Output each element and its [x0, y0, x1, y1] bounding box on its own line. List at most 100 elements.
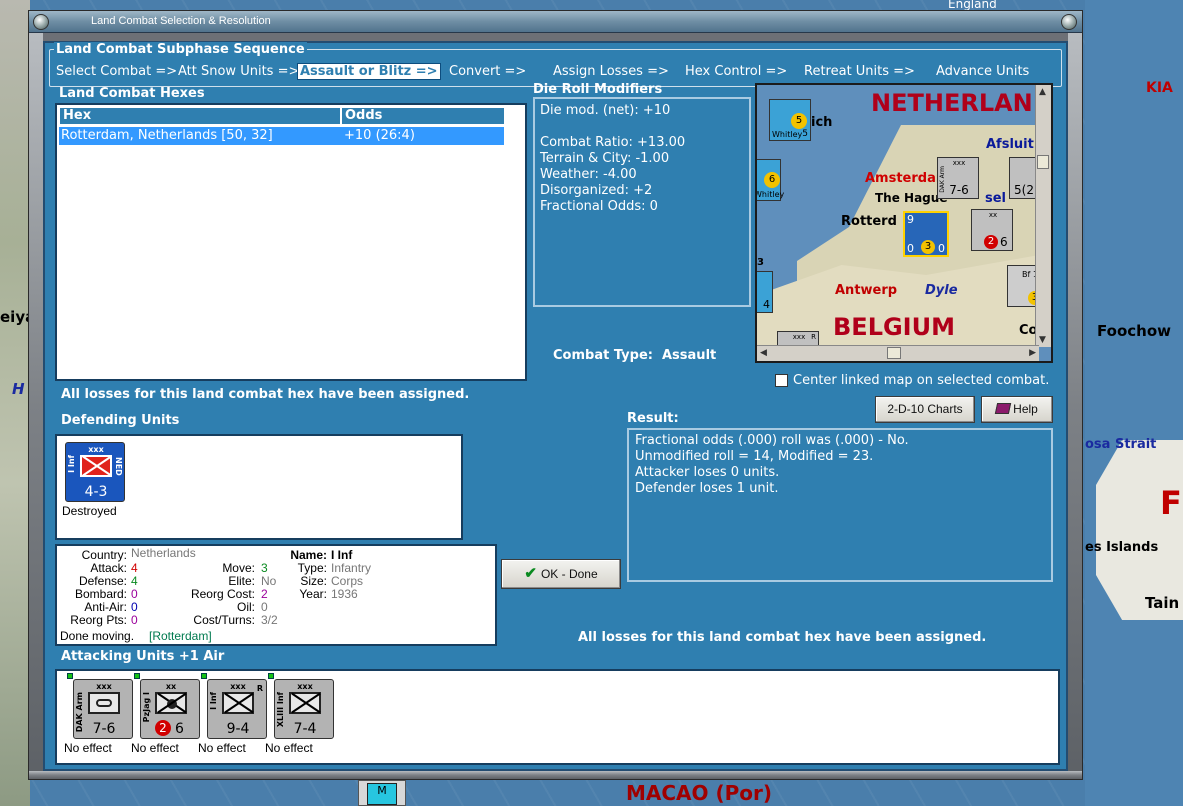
frame-bottom [29, 771, 1082, 779]
anti-air-value: 0 [131, 600, 138, 614]
air-unit-badge: 5 [791, 113, 807, 129]
unit-info-panel: Country: Netherlands Attack: 4 Defense: … [55, 544, 497, 646]
country-value: Netherlands [131, 546, 196, 560]
phase-select-combat[interactable]: Select Combat => [56, 64, 177, 79]
defending-title: Defending Units [61, 413, 180, 428]
unit-badge: 2 [155, 720, 171, 736]
die-roll-box: Die mod. (net): +10 Combat Ratio: +13.00… [533, 97, 751, 307]
checkmark-icon: ✔ [524, 565, 537, 582]
result-line: Defender loses 1 unit. [635, 481, 779, 496]
window-knob-icon[interactable] [33, 14, 49, 30]
phase-advance-units[interactable]: Advance Units [936, 64, 1029, 79]
unit-strength: 6 [1000, 235, 1008, 249]
stack-value: 0 [907, 242, 914, 255]
phase-convert[interactable]: Convert => [449, 64, 526, 79]
center-map-checkbox[interactable] [775, 374, 788, 387]
result-line: Unmodified roll = 14, Modified = 23. [635, 449, 874, 464]
country-key: Country: [81, 548, 127, 562]
scroll-down-icon[interactable]: ▼ [1039, 335, 1046, 345]
map-unit-left[interactable]: 4 [757, 271, 773, 313]
table-row[interactable]: Rotterdam, Netherlands [50, 32] +10 (26:… [59, 127, 504, 145]
unit-strength: 6 [175, 721, 184, 737]
unit-strength: 4 [763, 298, 770, 311]
unit-name-vertical: I Inf [67, 455, 76, 473]
attacking-units-box: xxx DAK Arm 7-6 No effect xx PzJag I 2 6… [55, 669, 1060, 765]
map-horizontal-scrollbar[interactable]: ◀ ▶ [757, 345, 1039, 361]
attacking-unit-i-inf[interactable]: xxx I Inf R 9-4 [207, 679, 267, 739]
attacking-unit-dak-arm[interactable]: xxx DAK Arm 7-6 [73, 679, 133, 739]
weather-mod: Weather: -4.00 [540, 167, 637, 182]
unit-strength: 7-6 [949, 183, 969, 197]
formosa-f-label: F [1160, 484, 1182, 522]
bombard-value: 0 [131, 587, 138, 601]
sel-label: sel [985, 191, 1007, 206]
land-combat-window: Land Combat Selection & Resolution Land … [28, 10, 1083, 780]
map-vertical-scrollbar[interactable]: ▲ ▼ [1035, 85, 1051, 347]
defending-unit-i-inf[interactable]: xxx I Inf NED 4-3 [65, 442, 125, 502]
status-led-icon [67, 673, 73, 679]
result-box: Fractional odds (.000) roll was (.000) -… [627, 428, 1053, 582]
islands-label: es Islands [1085, 540, 1159, 555]
map-unit-stack[interactable]: M [358, 780, 406, 806]
scroll-right-icon[interactable]: ▶ [1029, 348, 1036, 358]
unit-status: No effect [198, 741, 246, 755]
terrain-city: Terrain & City: -1.00 [540, 151, 670, 166]
reorg-pts-key: Reorg Pts: [70, 613, 127, 627]
map-hex-right [1096, 440, 1183, 620]
unit-strength: 9-4 [226, 721, 250, 737]
phase-hex-control[interactable]: Hex Control => [685, 64, 787, 79]
map-unit-dak-arm[interactable]: xxx DAK Arm 7-6 [937, 157, 979, 199]
unit-nation: NED [114, 457, 123, 476]
unit-strength: 7-4 [293, 721, 317, 737]
title-bar[interactable]: Land Combat Selection & Resolution [29, 11, 1082, 33]
attacking-unit-xliii-inf[interactable]: xxx XLIII Inf 7-4 [274, 679, 334, 739]
map-vertical-thumb[interactable] [1037, 155, 1049, 169]
unit-size: xxx [96, 682, 112, 691]
year-key: Year: [299, 587, 327, 601]
unit-name-vertical: I Inf [209, 692, 218, 710]
map-air-unit-whitley-2[interactable]: 6 Whitley [757, 159, 784, 201]
phase-retreat-units[interactable]: Retreat Units => [804, 64, 915, 79]
attacking-unit-pzjag[interactable]: xx PzJag I 2 6 [140, 679, 200, 739]
map-unit[interactable]: M [367, 783, 397, 805]
phase-assign-losses[interactable]: Assign Losses => [553, 64, 669, 79]
move-value: 3 [261, 561, 268, 575]
ich-label: ich [811, 115, 833, 130]
charts-button-label: 2-D-10 Charts [887, 402, 963, 416]
hexes-title: Land Combat Hexes [59, 86, 205, 101]
scroll-left-icon[interactable]: ◀ [760, 348, 767, 358]
map-unit-pzjag[interactable]: xx 2 6 [971, 209, 1013, 251]
help-button[interactable]: Help [981, 396, 1053, 423]
frame-left [29, 33, 43, 779]
phase-att-snow-units[interactable]: Att Snow Units => [178, 64, 299, 79]
die-mod-net: Die mod. (net): +10 [540, 103, 671, 118]
elite-value: No [261, 574, 277, 588]
column-header-odds[interactable]: Odds [341, 107, 505, 125]
window-knob-icon[interactable] [1061, 14, 1077, 30]
netherlands-label: NETHERLAN [871, 89, 1033, 117]
help-button-label: Help [1013, 402, 1038, 416]
air-unit-value: 5 [802, 129, 808, 139]
phase-assault-or-blitz[interactable]: Assault or Blitz => [297, 63, 441, 80]
linked-map[interactable]: NETHERLAN Afsluit ich Amsterdam The Hagu… [755, 83, 1053, 363]
map-air-unit-whitley[interactable]: 5 Whitley 5 [769, 99, 811, 141]
charts-button[interactable]: 2-D-10 Charts [875, 396, 975, 423]
combat-ratio: Combat Ratio: +13.00 [540, 135, 686, 150]
losses-assigned-message-right: All losses for this land combat hex have… [578, 630, 987, 645]
status-led-icon [134, 673, 140, 679]
oil-key: Oil: [237, 600, 255, 614]
formosa-strait-label: osa Strait [1085, 437, 1157, 452]
column-header-hex[interactable]: Hex [59, 107, 341, 125]
scroll-up-icon[interactable]: ▲ [1039, 87, 1046, 97]
ok-done-button[interactable]: ✔ OK - Done [501, 559, 621, 589]
unit-status: No effect [131, 741, 179, 755]
bombard-key: Bombard: [74, 587, 127, 601]
map-horizontal-thumb[interactable] [887, 347, 901, 359]
name-value: I Inf [331, 548, 353, 562]
defending-units-box: xxx I Inf NED 4-3 Destroyed [55, 434, 463, 540]
foochow-label: Foochow [1097, 322, 1171, 340]
elite-key: Elite: [228, 574, 255, 588]
center-map-label[interactable]: Center linked map on selected combat. [793, 373, 1049, 388]
map-defender-stack[interactable]: 9 0 3 0 [903, 211, 949, 257]
cost-turns-value: 3/2 [261, 613, 278, 627]
